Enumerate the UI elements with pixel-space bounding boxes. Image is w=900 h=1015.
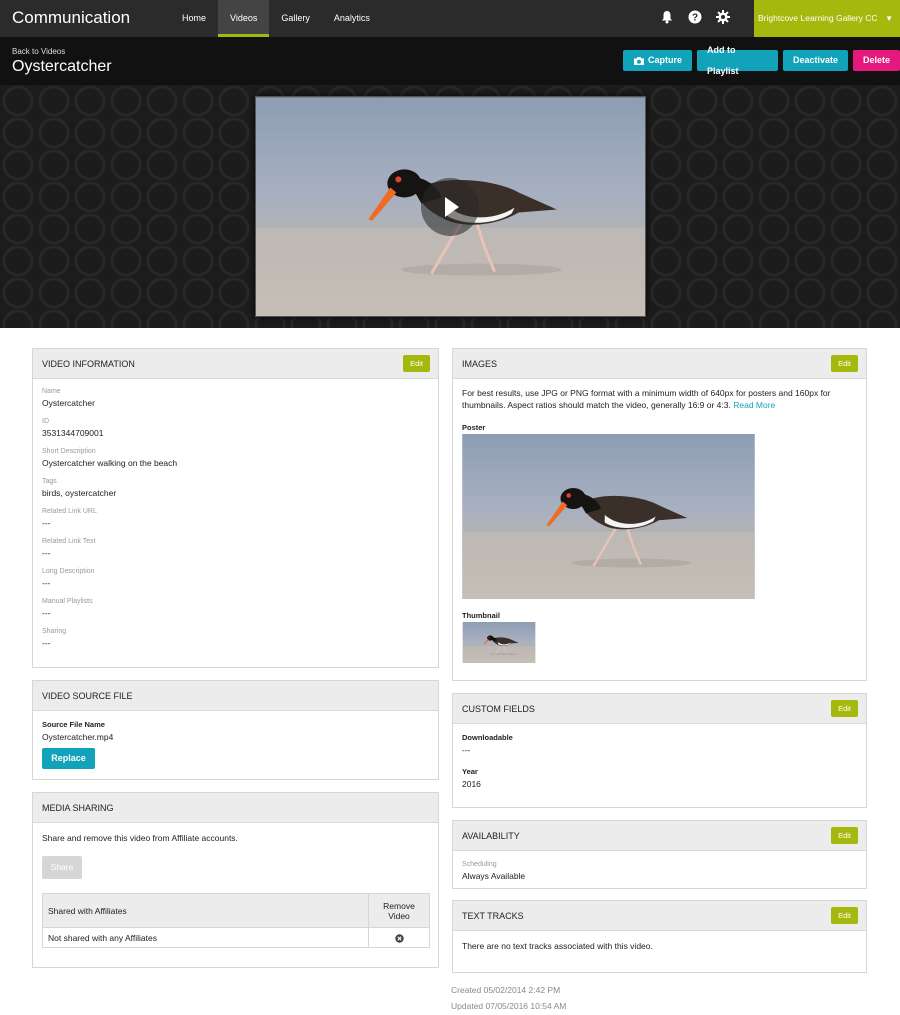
remove-circle-icon[interactable] [394,933,404,943]
field-related-link-url: Related Link URL --- [42,508,97,528]
media-sharing-panel: MEDIA SHARING Share and remove this vide… [32,792,439,968]
capture-button[interactable]: Capture [623,50,693,71]
created-timestamp: Created 05/02/2014 2:42 PM [451,985,561,995]
app-brand[interactable]: Communication [12,8,130,28]
panel-header: IMAGES Edit [453,349,866,379]
poster-label: Poster [462,423,486,432]
account-name: Brightcove Learning Gallery CC [758,13,878,23]
affiliate-cell: Not shared with any Affiliates [42,927,369,948]
media-sharing-description: Share and remove this video from Affilia… [42,833,238,843]
share-button[interactable]: Share [42,856,82,879]
field-name: Name Oystercatcher [42,388,95,408]
availability-panel: AVAILABILITY Edit Scheduling Always Avai… [452,820,867,889]
edit-button[interactable]: Edit [831,355,858,372]
video-title-bar: Back to Videos Oystercatcher Capture Add… [0,37,900,85]
images-panel: IMAGES Edit For best results, use JPG or… [452,348,867,681]
affiliates-table: Shared with Affiliates Remove Video Not s… [42,893,430,948]
nav-home[interactable]: Home [170,0,218,37]
text-tracks-empty-message: There are no text tracks associated with… [462,941,653,951]
field-short-description: Short Description Oystercatcher walking o… [42,448,178,468]
panel-header: CUSTOM FIELDS Edit [453,694,866,724]
field-long-description: Long Description --- [42,568,95,588]
custom-fields-panel: CUSTOM FIELDS Edit Downloadable --- Year… [452,693,867,808]
chevron-down-icon: ▼ [885,14,893,23]
page-title: Oystercatcher [12,58,112,75]
poster-image[interactable] [462,434,755,599]
year-value: 2016 [462,779,481,789]
video-hero [0,85,900,328]
video-information-panel: VIDEO INFORMATION Edit Name Oystercatcher… [32,348,439,668]
field-manual-playlists: Manual Playlists --- [42,598,93,618]
nav-analytics[interactable]: Analytics [322,0,382,37]
gear-icon[interactable] [716,10,730,24]
field-id: ID 3531344709001 [42,418,104,438]
downloadable-label: Downloadable [462,733,513,742]
panel-header: AVAILABILITY Edit [453,821,866,851]
year-label: Year [462,767,478,776]
downloadable-value: --- [462,745,471,755]
action-buttons: Capture Add to Playlist Deactivate Delet… [623,45,900,76]
panel-title: IMAGES [462,359,498,369]
account-menu[interactable]: Brightcove Learning Gallery CC ▼ [754,0,900,37]
scheduling-label: Scheduling [462,861,497,868]
thumbnail-label: Thumbnail [462,611,500,620]
table-row: Not shared with any Affiliates [42,927,430,948]
text-tracks-panel: TEXT TRACKS Edit There are no text track… [452,900,867,973]
remove-cell [368,927,430,948]
nav-gallery[interactable]: Gallery [269,0,322,37]
video-source-file-panel: VIDEO SOURCE FILE Source File Name Oyste… [32,680,439,780]
panel-header: MEDIA SHARING [33,793,438,823]
field-related-link-text: Related Link Text --- [42,538,96,558]
main-nav: Home Videos Gallery Analytics [170,0,382,37]
play-icon[interactable] [421,178,479,236]
read-more-link[interactable]: Read More [733,400,775,410]
back-to-videos-link[interactable]: Back to Videos [12,47,65,56]
source-file-body: Source File Name Oystercatcher.mp4 Repla… [42,720,113,769]
panel-title: AVAILABILITY [462,831,520,841]
field-tags: Tags birds, oystercatcher [42,478,117,498]
bell-icon[interactable] [660,10,674,24]
camera-icon [634,56,644,65]
panel-header: VIDEO INFORMATION Edit [33,349,438,379]
thumbnail-image[interactable] [462,622,536,663]
info-fields: Name Oystercatcher ID 3531344709001 Short … [42,388,177,658]
replace-button[interactable]: Replace [42,748,95,769]
top-icons: ? [660,10,730,24]
images-help-text: For best results, use JPG or PNG format … [462,388,831,410]
source-file-label: Source File Name [42,720,105,729]
help-icon[interactable]: ? [688,10,702,24]
images-body: For best results, use JPG or PNG format … [462,387,857,663]
field-sharing: Sharing --- [42,628,67,648]
media-sharing-body: Share and remove this video from Affilia… [42,832,430,948]
availability-body: Scheduling Always Available [462,861,525,881]
delete-button[interactable]: Delete [852,50,900,71]
edit-button[interactable]: Edit [831,827,858,844]
deactivate-button[interactable]: Deactivate [782,50,848,71]
panel-title: CUSTOM FIELDS [462,704,535,714]
top-nav-bar: Communication Home Videos Gallery Analyt… [0,0,900,37]
nav-videos[interactable]: Videos [218,0,270,37]
edit-button[interactable]: Edit [831,700,858,717]
column-header-remove: Remove Video [368,893,430,928]
updated-timestamp: Updated 07/05/2016 10:54 AM [451,1001,567,1011]
panel-header: TEXT TRACKS Edit [453,901,866,931]
custom-fields-body: Downloadable --- Year 2016 [462,733,513,789]
column-header-shared: Shared with Affiliates [42,893,369,928]
video-player[interactable] [255,96,646,317]
panel-title: VIDEO SOURCE FILE [42,691,133,701]
capture-label: Capture [648,55,683,65]
edit-button[interactable]: Edit [403,355,430,372]
panel-title: TEXT TRACKS [462,911,524,921]
panel-title: MEDIA SHARING [42,803,114,813]
source-file-name: Oystercatcher.mp4 [42,732,114,742]
edit-button[interactable]: Edit [831,907,858,924]
svg-text:?: ? [692,13,698,24]
panel-title: VIDEO INFORMATION [42,359,135,369]
add-to-playlist-button[interactable]: Add to Playlist [697,45,778,76]
panel-header: VIDEO SOURCE FILE [33,681,438,711]
table-header-row: Shared with Affiliates Remove Video [42,893,430,928]
scheduling-value: Always Available [462,871,526,881]
